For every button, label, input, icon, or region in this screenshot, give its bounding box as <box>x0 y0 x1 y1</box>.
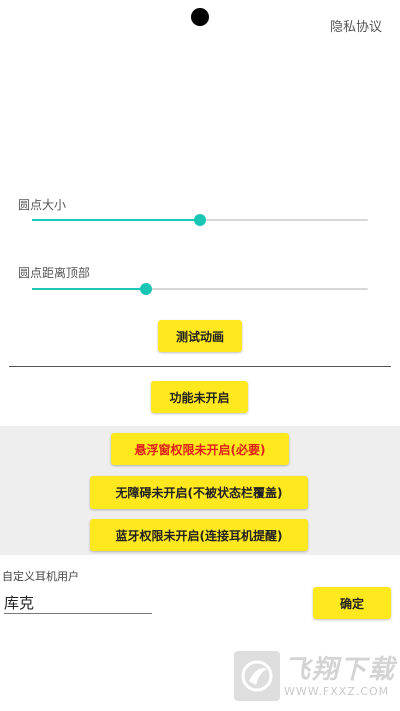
custom-user-name-input[interactable] <box>4 591 152 614</box>
function-status-button[interactable]: 功能未开启 <box>151 381 248 413</box>
confirm-button[interactable]: 确定 <box>313 587 391 619</box>
watermark-logo: 飞翔下载 WWW.FXXZ.COM <box>234 651 400 701</box>
dot-top-distance-slider-fill <box>32 288 147 290</box>
bluetooth-permission-button[interactable]: 蓝牙权限未开启(连接耳机提醒) <box>90 519 308 551</box>
watermark-url: WWW.FXXZ.COM <box>284 685 390 698</box>
dot-top-distance-label: 圆点距离顶部 <box>18 266 91 280</box>
dot-size-slider-fill <box>32 219 200 221</box>
divider <box>9 366 391 367</box>
float-window-permission-button[interactable]: 悬浮窗权限未开启(必要) <box>111 433 289 465</box>
test-animation-button[interactable]: 测试动画 <box>158 320 242 352</box>
dot-size-slider[interactable] <box>32 214 368 226</box>
watermark-title: 飞翔下载 <box>284 654 397 685</box>
dot-size-label: 圆点大小 <box>18 198 67 212</box>
accessibility-permission-button[interactable]: 无障碍未开启(不被状态栏覆盖) <box>90 476 308 509</box>
privacy-policy-link[interactable]: 隐私协议 <box>330 16 382 35</box>
floating-dot <box>191 8 209 26</box>
watermark-emblem-icon <box>234 651 280 701</box>
dot-top-distance-slider[interactable] <box>32 283 368 295</box>
dot-top-distance-slider-thumb[interactable] <box>140 283 153 295</box>
dot-size-slider-thumb[interactable] <box>194 214 206 226</box>
custom-headphone-user-label: 自定义耳机用户 <box>2 570 79 583</box>
